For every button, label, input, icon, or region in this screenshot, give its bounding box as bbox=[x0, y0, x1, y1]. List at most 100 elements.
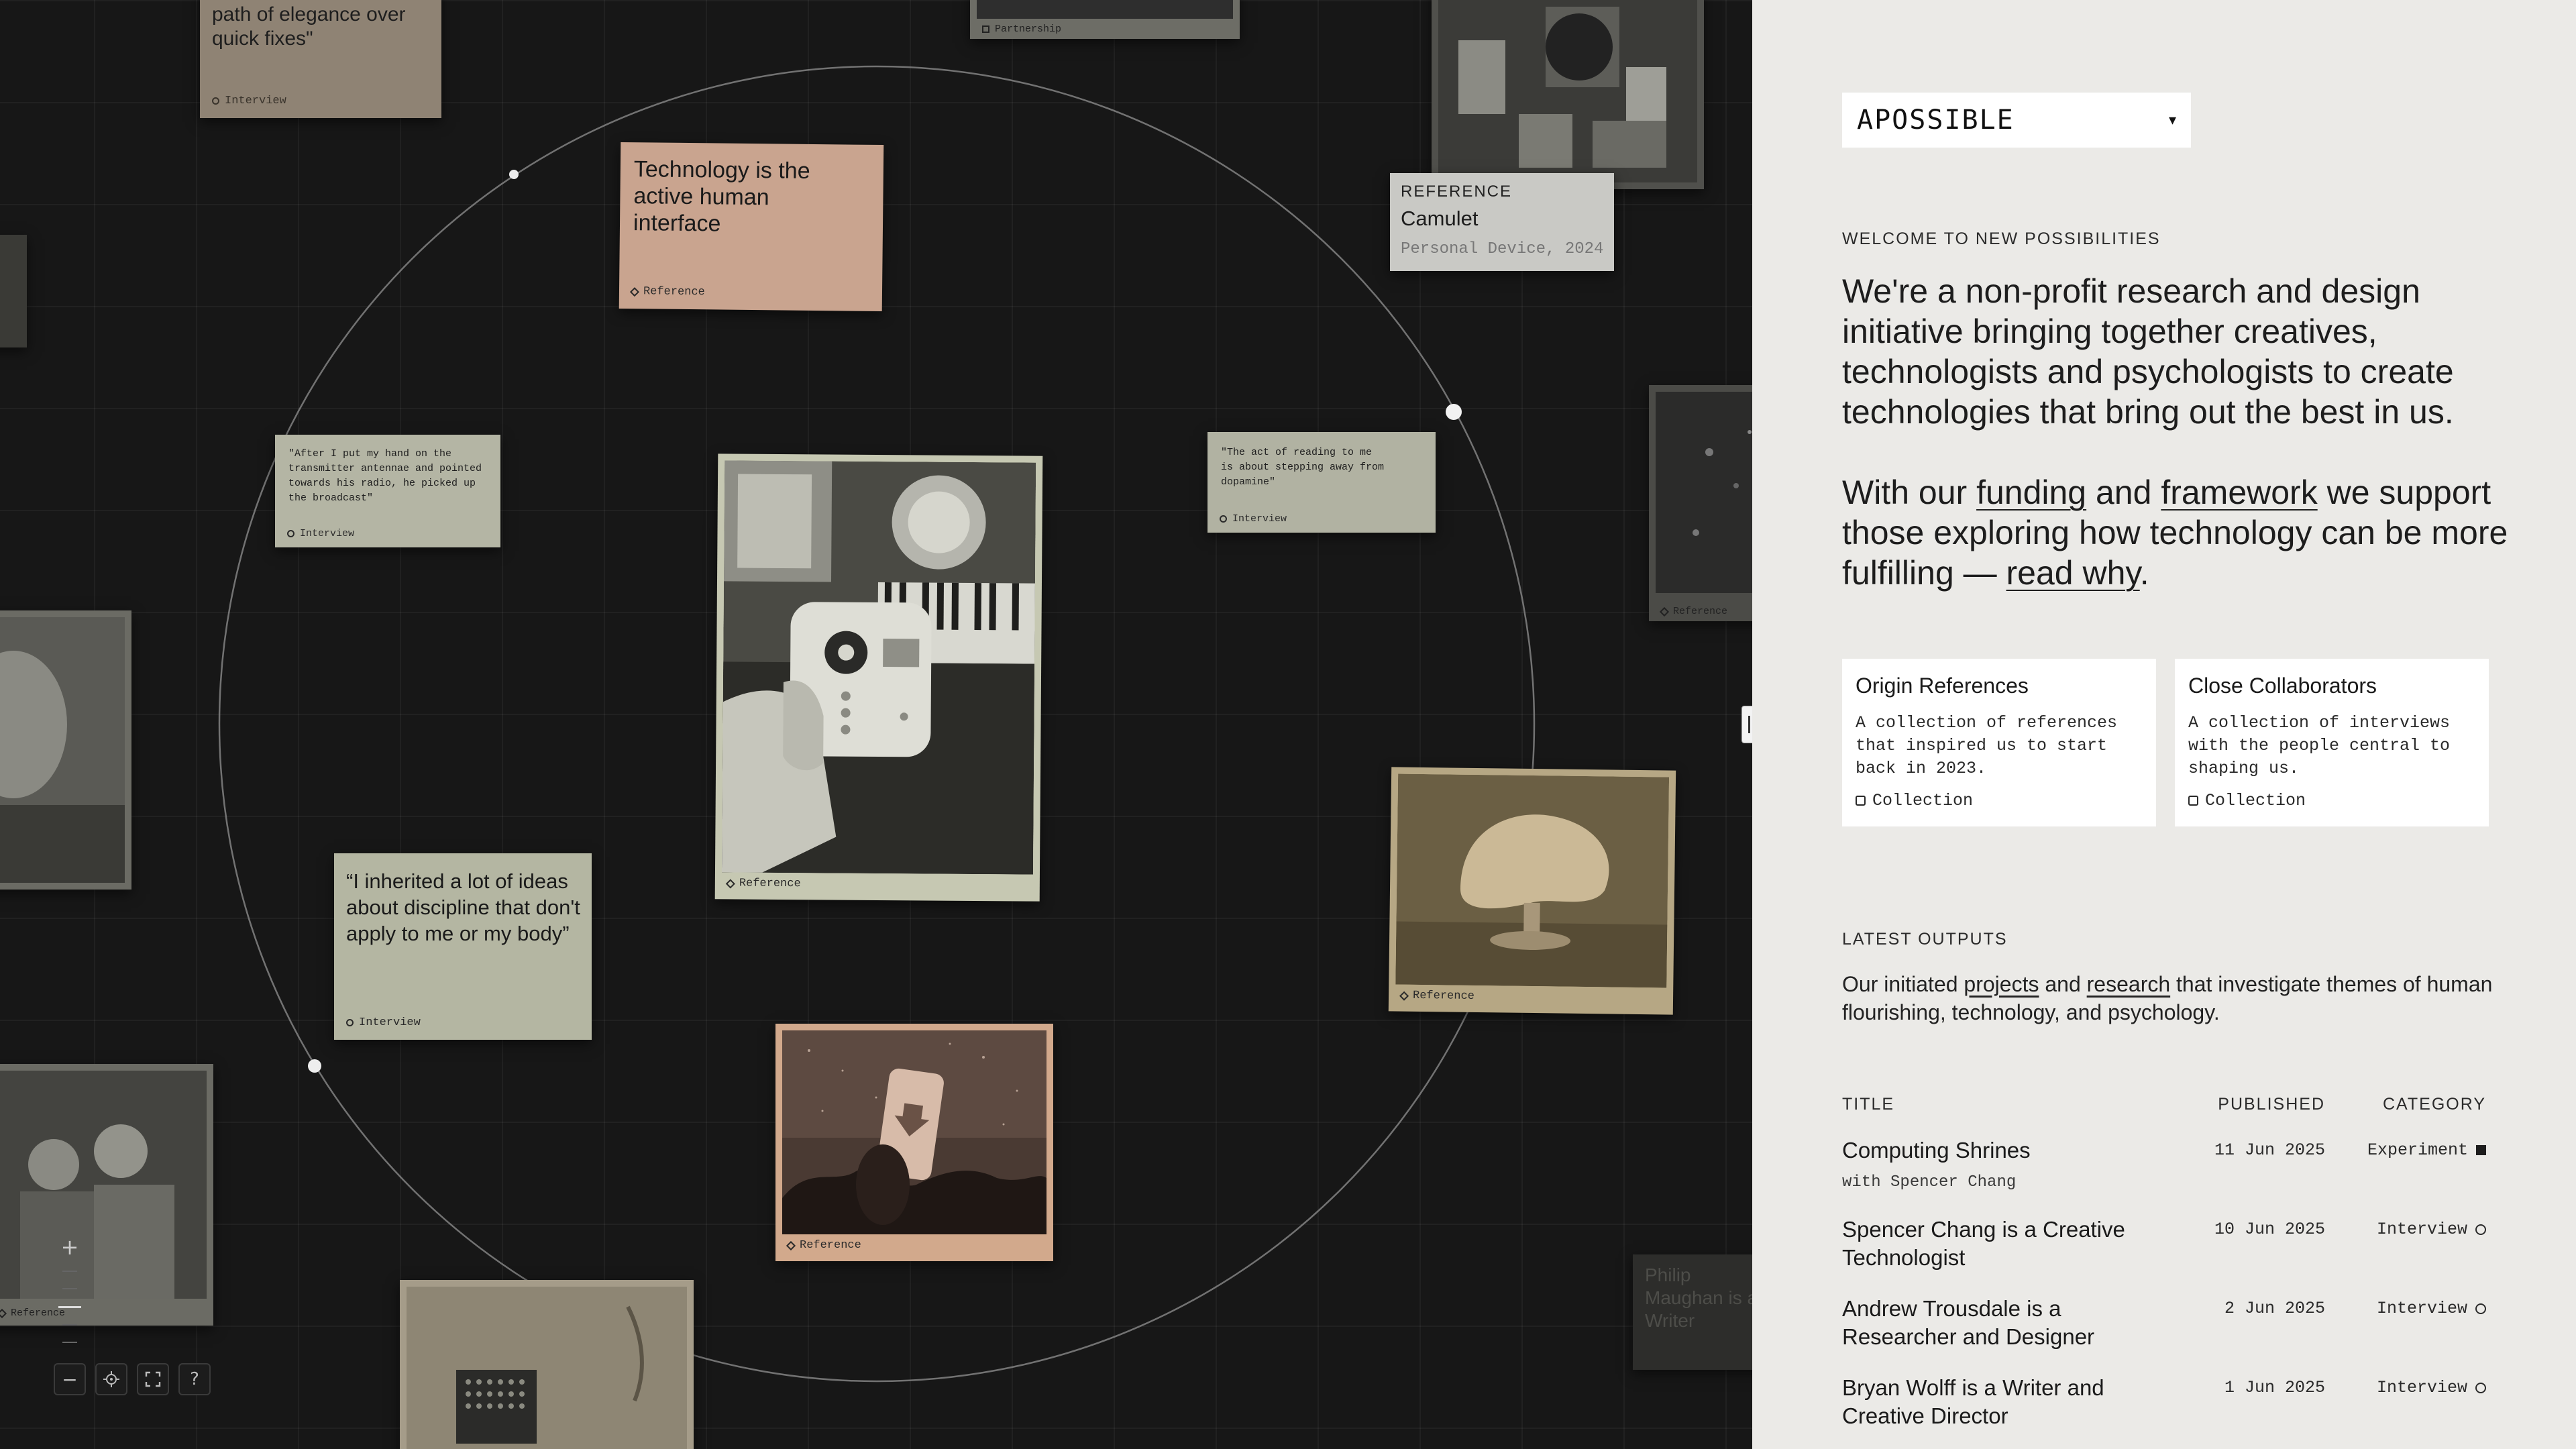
col-title[interactable]: TITLE bbox=[1842, 1095, 1894, 1114]
outputs-description: Our initiated projects and research that… bbox=[1842, 972, 2493, 1024]
expand-icon bbox=[145, 1371, 161, 1387]
interview-circle-icon bbox=[2475, 1224, 2486, 1235]
group-photo bbox=[0, 1071, 207, 1299]
quote-text: "After I put my hand on the transmitter … bbox=[288, 448, 482, 504]
collection-card-origin[interactable]: Origin References A collection of refere… bbox=[1842, 659, 2156, 826]
card-tag: Reference bbox=[1673, 606, 1728, 617]
row-title: Computing Shrines bbox=[1842, 1138, 2031, 1163]
card-tag: Interview bbox=[359, 1016, 421, 1029]
photo-card-right-edge[interactable]: Reference bbox=[1649, 385, 1752, 621]
quote-text: path of elegance over quick fixes" bbox=[212, 3, 406, 50]
row-category: Experiment bbox=[2367, 1140, 2468, 1160]
quote-card-antennae[interactable]: "After I put my hand on the transmitter … bbox=[275, 435, 500, 547]
zoom-out-button[interactable]: − bbox=[54, 1363, 86, 1395]
funding-link[interactable]: funding bbox=[1976, 474, 2086, 511]
card-tag: Reference bbox=[643, 285, 705, 299]
photo-card-group[interactable]: Reference bbox=[0, 1064, 213, 1326]
row-date: 1 Jun 2025 bbox=[2224, 1378, 2325, 1397]
welcome-eyebrow: WELCOME TO NEW POSSIBILITIES bbox=[1842, 229, 2161, 248]
zoom-in-button[interactable]: + bbox=[54, 1234, 86, 1260]
partial-card-left[interactable] bbox=[0, 235, 27, 347]
outputs-eyebrow: LATEST OUTPUTS bbox=[1842, 930, 2008, 949]
reference-card-camulet[interactable]: REFERENCE Camulet Personal Device, 2024 bbox=[1390, 173, 1614, 271]
quote-text: Technology is the active human interface bbox=[633, 156, 810, 237]
quote-text: Philip Maughan is a Writer bbox=[1645, 1265, 1752, 1331]
row-date: 2 Jun 2025 bbox=[2224, 1299, 2325, 1318]
brand-switcher[interactable]: APOSSIBLE ▾ bbox=[1842, 93, 2191, 148]
card-tag: Interview bbox=[225, 95, 286, 107]
partnership-card[interactable]: Partnership bbox=[970, 0, 1240, 39]
intro-paragraph-2: With our funding and framework we suppor… bbox=[1842, 474, 2508, 592]
quote-card-discipline[interactable]: “I inherited a lot of ideas about discip… bbox=[334, 853, 592, 1040]
phone-photo bbox=[782, 1030, 1046, 1234]
col-published[interactable]: PUBLISHED bbox=[2218, 1095, 2325, 1114]
portrait-photo bbox=[0, 617, 125, 883]
photo-card-portrait[interactable] bbox=[0, 610, 131, 890]
row-title: Andrew Trousdale is a Researcher and Des… bbox=[1842, 1296, 2095, 1349]
device-photo bbox=[721, 460, 1036, 875]
photo-card-panel[interactable] bbox=[400, 1280, 694, 1449]
quote-text: "The act of reading to me is about stepp… bbox=[1221, 447, 1385, 488]
notes-photo bbox=[1438, 0, 1697, 182]
brand-logo: APOSSIBLE bbox=[1857, 105, 2015, 136]
card-meta: Personal Device, 2024 bbox=[1401, 240, 1604, 258]
collection-icon bbox=[1856, 796, 1866, 806]
help-button[interactable]: ? bbox=[178, 1363, 211, 1395]
orbit-node bbox=[509, 170, 519, 179]
row-category: Interview bbox=[2376, 1220, 2467, 1239]
quote-card-reading[interactable]: "The act of reading to me is about stepp… bbox=[1208, 432, 1436, 533]
collection-type: Collection bbox=[1872, 791, 1974, 810]
quote-text: “I inherited a lot of ideas about discip… bbox=[346, 869, 580, 945]
collection-type: Collection bbox=[2205, 791, 2306, 810]
zoom-slider[interactable] bbox=[58, 1267, 82, 1347]
collection-desc: A collection of interviews with the peop… bbox=[2188, 713, 2451, 778]
moodboard-canvas[interactable]: path of elegance over quick fixes" Inter… bbox=[0, 0, 1752, 1449]
collection-card-collaborators[interactable]: Close Collaborators A collection of inte… bbox=[2175, 659, 2489, 826]
quote-card-technology[interactable]: Technology is the active human interface… bbox=[619, 142, 884, 312]
row-title: Bryan Wolff is a Writer and Creative Dir… bbox=[1842, 1375, 2104, 1428]
read-why-link[interactable]: read why bbox=[2006, 554, 2140, 592]
fullscreen-button[interactable] bbox=[137, 1363, 169, 1395]
info-panel: APOSSIBLE ▾ WELCOME TO NEW POSSIBILITIES… bbox=[1752, 0, 2576, 1449]
quote-card-elegance[interactable]: path of elegance over quick fixes" Inter… bbox=[200, 0, 441, 118]
interview-circle-icon bbox=[2475, 1382, 2486, 1393]
card-tag: Reference bbox=[1412, 989, 1475, 1003]
collection-desc: A collection of references that inspired… bbox=[1856, 713, 2118, 778]
collection-title: Origin References bbox=[1856, 674, 2029, 698]
framework-link[interactable]: framework bbox=[2161, 474, 2317, 511]
photo-card-lamp[interactable]: Reference bbox=[1388, 767, 1676, 1015]
collection-icon bbox=[2188, 796, 2198, 806]
card-tag: Reference bbox=[800, 1239, 861, 1252]
row-subtitle: with Spencer Chang bbox=[1842, 1173, 2017, 1191]
zoom-slider-thumb bbox=[58, 1305, 81, 1308]
card-title: Camulet bbox=[1401, 207, 1479, 230]
collection-title: Close Collaborators bbox=[2188, 674, 2377, 698]
photo-card-phone[interactable]: Reference bbox=[775, 1024, 1053, 1261]
card-tag: Partnership bbox=[995, 23, 1062, 35]
texture-photo bbox=[1656, 392, 1752, 593]
canvas-toolbar: − ? bbox=[54, 1363, 211, 1395]
row-title: Spencer Chang is a Creative Technologist bbox=[1842, 1217, 2125, 1270]
zoom-controls: + bbox=[51, 1234, 89, 1347]
crosshair-icon bbox=[103, 1371, 119, 1387]
interview-circle-icon bbox=[2475, 1303, 2486, 1314]
partnership-photo bbox=[977, 0, 1233, 19]
experiment-square-icon bbox=[2476, 1145, 2486, 1155]
col-category[interactable]: CATEGORY bbox=[2383, 1095, 2486, 1114]
card-tag: Reference bbox=[739, 877, 801, 891]
quote-card-philip[interactable]: Philip Maughan is a Writer bbox=[1633, 1254, 1752, 1370]
lamp-photo bbox=[1395, 773, 1670, 988]
chevron-down-icon: ▾ bbox=[2168, 111, 2176, 128]
photo-card-notes[interactable] bbox=[1432, 0, 1704, 189]
card-kicker: REFERENCE bbox=[1401, 182, 1513, 201]
research-link[interactable]: research bbox=[2087, 972, 2171, 996]
card-tag: Interview bbox=[1232, 513, 1287, 525]
intro-paragraph: We're a non-profit research and design i… bbox=[1842, 272, 2454, 431]
panel-photo bbox=[407, 1287, 687, 1449]
row-category: Interview bbox=[2376, 1299, 2467, 1318]
row-category: Interview bbox=[2376, 1378, 2467, 1397]
projects-link[interactable]: projects bbox=[1964, 972, 2039, 996]
photo-card-device[interactable]: Reference bbox=[714, 453, 1043, 902]
recenter-button[interactable] bbox=[95, 1363, 127, 1395]
orbit-node bbox=[1446, 404, 1462, 420]
